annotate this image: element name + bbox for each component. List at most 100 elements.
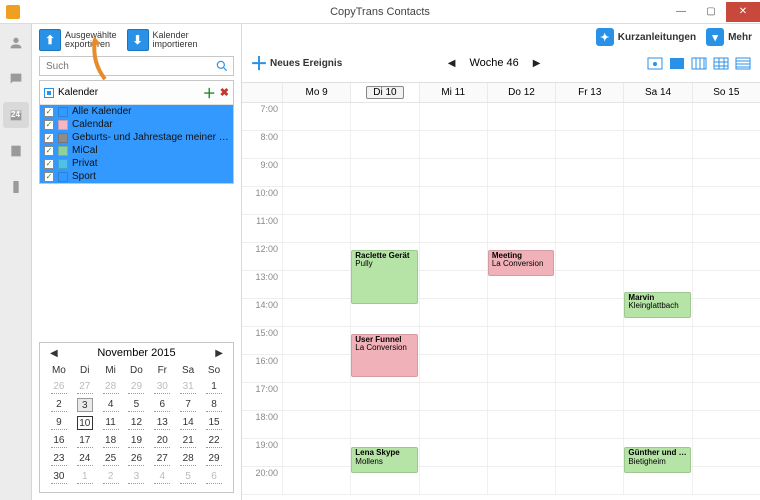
grid-cell[interactable] bbox=[555, 243, 623, 270]
grid-cell[interactable] bbox=[692, 327, 760, 354]
view-today-button[interactable] bbox=[646, 55, 664, 71]
prev-month-button[interactable]: ◀ bbox=[46, 348, 62, 359]
mini-day[interactable]: 3 bbox=[72, 396, 98, 414]
new-event-button[interactable]: ＋ Neues Ereignis bbox=[250, 50, 342, 76]
prev-week-button[interactable]: ◀ bbox=[448, 58, 456, 69]
grid-cell[interactable] bbox=[282, 243, 350, 270]
grid-cell[interactable] bbox=[623, 355, 691, 382]
view-list-button[interactable] bbox=[734, 55, 752, 71]
calendar-event[interactable]: Lena SkypeMollens bbox=[351, 447, 417, 473]
mini-day[interactable]: 5 bbox=[175, 468, 201, 486]
grid-cell[interactable] bbox=[350, 411, 418, 438]
grid-cell[interactable] bbox=[487, 215, 555, 242]
checkbox-icon[interactable]: ✓ bbox=[44, 146, 54, 156]
grid-cell[interactable] bbox=[487, 159, 555, 186]
grid-cell[interactable] bbox=[419, 439, 487, 466]
mini-day[interactable]: 28 bbox=[175, 450, 201, 468]
grid-cell[interactable] bbox=[282, 299, 350, 326]
grid-cell[interactable] bbox=[282, 411, 350, 438]
mini-day[interactable]: 4 bbox=[98, 396, 124, 414]
mini-day[interactable]: 9 bbox=[46, 414, 72, 432]
maximize-button[interactable]: ▢ bbox=[696, 2, 726, 22]
grid-cell[interactable] bbox=[487, 411, 555, 438]
grid-cell[interactable] bbox=[282, 439, 350, 466]
grid-cell[interactable] bbox=[419, 355, 487, 382]
search-box[interactable] bbox=[39, 56, 234, 76]
grid-cell[interactable] bbox=[623, 243, 691, 270]
calendar-event[interactable]: User FunnelLa Conversion bbox=[351, 334, 417, 377]
grid-cell[interactable] bbox=[419, 131, 487, 158]
grid-cell[interactable] bbox=[692, 131, 760, 158]
grid-cell[interactable] bbox=[282, 327, 350, 354]
mini-day[interactable]: 8 bbox=[201, 396, 227, 414]
grid-cell[interactable] bbox=[419, 103, 487, 130]
mini-day[interactable]: 22 bbox=[201, 432, 227, 450]
mini-day[interactable]: 27 bbox=[72, 378, 98, 396]
grid-cell[interactable] bbox=[419, 159, 487, 186]
import-calendar-button[interactable]: ⬇ Kalenderimportieren bbox=[124, 28, 201, 52]
grid-cell[interactable] bbox=[555, 271, 623, 298]
grid-cell[interactable] bbox=[419, 187, 487, 214]
grid-cell[interactable] bbox=[419, 215, 487, 242]
view-day-button[interactable] bbox=[668, 55, 686, 71]
calendar-item[interactable]: ✓MiCal bbox=[40, 144, 233, 157]
mini-day[interactable]: 16 bbox=[46, 432, 72, 450]
calendar-event[interactable]: Günther und …Bietigheim bbox=[624, 447, 690, 473]
rail-messages[interactable] bbox=[3, 66, 29, 92]
checkbox-icon[interactable]: ✓ bbox=[44, 159, 54, 169]
grid-cell[interactable] bbox=[692, 271, 760, 298]
grid-cell[interactable] bbox=[692, 103, 760, 130]
grid-cell[interactable] bbox=[350, 187, 418, 214]
grid-cell[interactable] bbox=[282, 159, 350, 186]
grid-cell[interactable] bbox=[487, 131, 555, 158]
calendar-event[interactable]: MeetingLa Conversion bbox=[488, 250, 554, 276]
grid-cell[interactable] bbox=[282, 467, 350, 494]
view-week-button[interactable] bbox=[690, 55, 708, 71]
view-month-button[interactable] bbox=[712, 55, 730, 71]
calendar-event[interactable]: Raclette GerätPully bbox=[351, 250, 417, 304]
mini-day[interactable]: 29 bbox=[201, 450, 227, 468]
grid-cell[interactable] bbox=[623, 159, 691, 186]
mini-day[interactable]: 25 bbox=[98, 450, 124, 468]
grid-cell[interactable] bbox=[282, 215, 350, 242]
day-header[interactable]: Fr 13 bbox=[555, 83, 623, 102]
grid-cell[interactable] bbox=[419, 411, 487, 438]
grid-cell[interactable] bbox=[350, 215, 418, 242]
grid-cell[interactable] bbox=[419, 299, 487, 326]
mini-day[interactable]: 29 bbox=[124, 378, 150, 396]
grid-cell[interactable] bbox=[487, 327, 555, 354]
more-button[interactable]: ▾ Mehr bbox=[706, 28, 752, 46]
grid-cell[interactable] bbox=[555, 439, 623, 466]
grid-cell[interactable] bbox=[555, 467, 623, 494]
calendar-item[interactable]: ✓Calendar bbox=[40, 118, 233, 131]
grid-cell[interactable] bbox=[623, 103, 691, 130]
calendar-item[interactable]: ✓Privat bbox=[40, 157, 233, 170]
day-header[interactable]: Sa 14 bbox=[623, 83, 691, 102]
grid-cell[interactable] bbox=[487, 467, 555, 494]
mini-day[interactable]: 24 bbox=[72, 450, 98, 468]
mini-day[interactable]: 12 bbox=[124, 414, 150, 432]
grid-cell[interactable] bbox=[282, 131, 350, 158]
grid-cell[interactable] bbox=[555, 411, 623, 438]
grid-cell[interactable] bbox=[282, 187, 350, 214]
grid-cell[interactable] bbox=[487, 299, 555, 326]
checkbox-icon[interactable]: ✓ bbox=[44, 107, 54, 117]
grid-cell[interactable] bbox=[692, 467, 760, 494]
delete-calendar-button[interactable]: ✖ bbox=[220, 86, 229, 99]
mini-day[interactable]: 14 bbox=[175, 414, 201, 432]
grid-cell[interactable] bbox=[282, 271, 350, 298]
grid-cell[interactable] bbox=[419, 467, 487, 494]
grid-cell[interactable] bbox=[623, 131, 691, 158]
calendar-item[interactable]: ✓Sport bbox=[40, 170, 233, 183]
mini-day[interactable]: 7 bbox=[175, 396, 201, 414]
mini-day[interactable]: 2 bbox=[98, 468, 124, 486]
grid-cell[interactable] bbox=[692, 243, 760, 270]
checkbox-icon[interactable]: ✓ bbox=[44, 120, 54, 130]
grid-cell[interactable] bbox=[487, 103, 555, 130]
rail-notes[interactable] bbox=[3, 138, 29, 164]
mini-day[interactable]: 2 bbox=[46, 396, 72, 414]
grid-cell[interactable] bbox=[350, 383, 418, 410]
grid-cell[interactable] bbox=[692, 355, 760, 382]
checkbox-icon[interactable]: ✓ bbox=[44, 133, 54, 143]
mini-day[interactable]: 1 bbox=[72, 468, 98, 486]
